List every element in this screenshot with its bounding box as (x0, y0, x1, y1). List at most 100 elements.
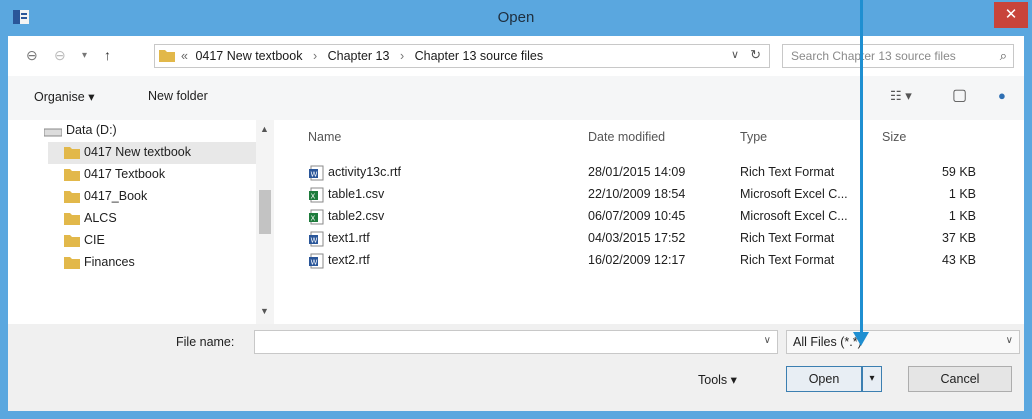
window-title: Open (497, 9, 535, 26)
dialog-body: ⊖ ⊖ ▾ ↑ « 0417 New textbook › Chapter 13… (8, 36, 1024, 411)
open-options-dropdown-icon[interactable]: ▾ (862, 366, 882, 392)
folder-icon (64, 191, 80, 203)
csv-file-icon: X (309, 209, 324, 225)
new-folder-button[interactable]: New folder (148, 89, 208, 103)
scroll-thumb[interactable] (259, 190, 271, 234)
organise-menu[interactable]: Organise ▾ (34, 89, 94, 104)
back-icon[interactable]: ⊖ (26, 47, 38, 64)
file-name: table2.csv (328, 209, 385, 223)
tree-item-drive[interactable]: Data (D:) (8, 120, 248, 142)
file-row[interactable]: X table1.csv 22/10/2009 18:54 Microsoft … (284, 184, 984, 206)
file-date: 16/02/2009 12:17 (588, 253, 686, 267)
file-name-input[interactable]: ∨ (254, 330, 778, 354)
open-dialog: Open ✕ ⊖ ⊖ ▾ ↑ « 0417 New textbook › Cha… (0, 0, 1032, 419)
rtf-file-icon: W (309, 253, 324, 269)
preview-pane-icon[interactable]: ▢ (952, 85, 967, 105)
address-dropdown-icon[interactable]: ∨ (731, 48, 739, 61)
tree-item-label: 0417 New textbook (84, 145, 192, 159)
drive-icon (44, 128, 62, 137)
tree-item-label: ALCS (84, 211, 117, 225)
file-row[interactable]: W text2.rtf 16/02/2009 12:17 Rich Text F… (284, 250, 984, 272)
scroll-down-icon[interactable]: ▼ (260, 306, 269, 316)
breadcrumb-item[interactable]: 0417 New textbook (195, 49, 302, 63)
file-date: 04/03/2015 17:52 (588, 231, 686, 245)
column-header-size[interactable]: Size (882, 130, 906, 144)
dialog-footer: File name: ∨ All Files (*.*) ∨ Tools ▾ O… (8, 324, 1024, 411)
file-row[interactable]: X table2.csv 06/07/2009 10:45 Microsoft … (284, 206, 984, 228)
file-date: 22/10/2009 18:54 (588, 187, 686, 201)
file-size: 43 KB (941, 253, 976, 267)
breadcrumb-separator[interactable]: › (313, 49, 317, 63)
file-type-dropdown-icon[interactable]: ∨ (1006, 335, 1013, 346)
address-row: ⊖ ⊖ ▾ ↑ « 0417 New textbook › Chapter 13… (8, 36, 1024, 76)
tree-item-label: CIE (84, 233, 105, 247)
tree-item-label: Data (D:) (66, 123, 117, 137)
file-type: Microsoft Excel C... (740, 187, 848, 201)
recent-locations-icon[interactable]: ▾ (82, 50, 87, 61)
tree-item-folder[interactable]: CIE (48, 230, 256, 252)
file-name: text1.rtf (328, 231, 370, 245)
scroll-up-icon[interactable]: ▲ (260, 124, 269, 134)
tree-item-label: 0417_Book (84, 189, 148, 203)
close-button[interactable]: ✕ (994, 2, 1028, 28)
csv-file-icon: X (309, 187, 324, 203)
file-size: 59 KB (941, 165, 976, 179)
file-row[interactable]: W text1.rtf 04/03/2015 17:52 Rich Text F… (284, 228, 984, 250)
search-icon[interactable]: ⌕ (1000, 48, 1007, 64)
tree-item-folder[interactable]: 0417 Textbook (48, 164, 256, 186)
search-input[interactable]: Search Chapter 13 source files ⌕ (782, 44, 1014, 68)
file-type: Rich Text Format (740, 231, 835, 245)
file-list: Name Date modified Type Size W activity1… (284, 120, 1024, 324)
address-bar[interactable]: « 0417 New textbook › Chapter 13 › Chapt… (154, 44, 770, 68)
file-name: activity13c.rtf (328, 165, 401, 179)
file-row[interactable]: W activity13c.rtf 28/01/2015 14:09 Rich … (284, 162, 984, 184)
search-placeholder: Search Chapter 13 source files (791, 49, 956, 63)
breadcrumb-item[interactable]: Chapter 13 (328, 49, 390, 63)
up-folder-icon[interactable]: ↑ (104, 47, 111, 63)
tree-item-label: Finances (84, 255, 135, 269)
file-type: Microsoft Excel C... (740, 209, 848, 223)
refresh-icon[interactable]: ↻ (750, 47, 761, 63)
tree-item-folder[interactable]: 0417_Book (48, 186, 256, 208)
nav-scrollbar[interactable]: ▲ ▼ (256, 120, 274, 324)
file-type: Rich Text Format (740, 165, 835, 179)
change-view-icon[interactable]: ☷ ▾ (890, 88, 912, 104)
folder-icon (64, 257, 80, 269)
cancel-button[interactable]: Cancel (908, 366, 1012, 392)
column-header-date[interactable]: Date modified (588, 130, 665, 144)
pointer-arrow-line (860, 0, 863, 335)
file-date: 06/07/2009 10:45 (588, 209, 686, 223)
svg-text:W: W (311, 171, 318, 179)
rtf-file-icon: W (309, 165, 324, 181)
file-name-dropdown-icon[interactable]: ∨ (764, 335, 771, 346)
breadcrumb-separator[interactable]: › (400, 49, 404, 63)
breadcrumb: « 0417 New textbook › Chapter 13 › Chapt… (181, 49, 543, 63)
file-type: Rich Text Format (740, 253, 835, 267)
breadcrumb-item[interactable]: Chapter 13 source files (415, 49, 544, 63)
tree-item-folder[interactable]: Finances (48, 252, 256, 274)
tree-item-folder[interactable]: ALCS (48, 208, 256, 230)
title-bar[interactable]: Open ✕ (0, 0, 1032, 36)
tree-item-label: 0417 Textbook (84, 167, 166, 181)
help-icon[interactable]: ● (998, 88, 1006, 103)
tools-menu[interactable]: Tools ▾ (698, 372, 737, 387)
file-type-filter[interactable]: All Files (*.*) ∨ (786, 330, 1020, 354)
file-type-filter-value: All Files (*.*) (793, 335, 862, 349)
column-header-type[interactable]: Type (740, 130, 767, 144)
tree-item-folder[interactable]: 0417 New textbook (48, 142, 256, 164)
file-size: 1 KB (948, 187, 976, 201)
file-size: 1 KB (948, 209, 976, 223)
navigation-pane: Data (D:) 0417 New textbook 0417 Textboo… (8, 120, 284, 324)
svg-text:X: X (311, 215, 316, 223)
column-header-name[interactable]: Name (308, 130, 341, 144)
open-button[interactable]: Open (786, 366, 862, 392)
folder-icon (64, 147, 80, 159)
folder-icon (64, 213, 80, 225)
file-name: text2.rtf (328, 253, 370, 267)
file-name: table1.csv (328, 187, 385, 201)
file-size: 37 KB (941, 231, 976, 245)
breadcrumb-overflow[interactable]: « (181, 49, 188, 63)
pointer-arrow-head (853, 332, 869, 346)
forward-icon[interactable]: ⊖ (54, 47, 66, 64)
folder-icon (159, 50, 175, 62)
